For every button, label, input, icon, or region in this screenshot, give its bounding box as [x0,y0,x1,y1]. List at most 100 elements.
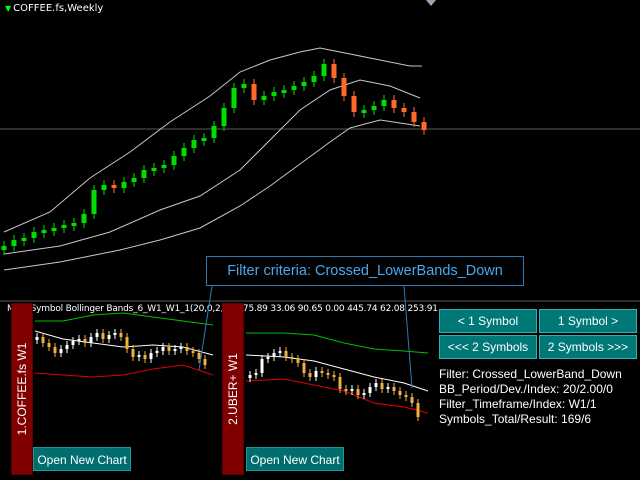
prev-1-symbol-button[interactable]: < 1 Symbol [439,309,537,333]
candle-body [391,100,397,108]
mini-candle-body [71,341,75,345]
mini-candle-body [254,373,258,375]
scroll-marker-icon[interactable] [426,0,436,6]
next-2-symbols-button[interactable]: 2 Symbols >>> [539,335,637,359]
candle-body [131,178,137,182]
candle-body [291,86,297,90]
next-1-symbol-button[interactable]: 1 Symbol > [539,309,637,333]
mini-candle-body [338,377,342,389]
candle-body [271,92,277,96]
mini-candle-body [125,337,129,349]
mini-candle-body [296,359,300,363]
candle-body [121,182,127,188]
info-filter: Filter: Crossed_LowerBand_Down [439,367,622,381]
mini-candle-body [41,337,45,343]
symbol-tab-label: 2.UBER+ W1 [226,353,240,425]
candle-body [361,110,367,113]
mini-candle-body [185,347,189,351]
candle-body [201,138,207,141]
candle-body [321,64,327,76]
candle-body [351,96,357,112]
mini-candle-body [191,351,195,353]
mini-chart-uber [245,332,429,421]
mini-candle-body [173,349,177,351]
candle-body [151,168,157,171]
symbol-tab-uber[interactable]: 2.UBER+ W1 [222,303,244,475]
candle-body [381,100,387,106]
mini-upper-band [246,332,429,354]
info-bb-period: BB_Period/Dev./Index: 20/2.00/0 [439,382,613,396]
candle-body [411,112,417,122]
bb-upper-line [3,47,422,233]
mini-candle-body [101,333,105,339]
mini-candle-body [272,353,276,357]
mini-candle-body [380,383,384,389]
candle-body [31,232,37,238]
mini-candle-body [362,393,366,395]
candle-body [71,223,77,226]
mini-candle-body [65,345,69,349]
mini-candle-body [89,337,93,343]
mini-candle-body [137,355,141,357]
mini-candle-body [398,391,402,395]
info-filter-timeframe: Filter_Timeframe/Index: W1/1 [439,397,597,411]
mini-candle-body [284,351,288,357]
candle-body [281,90,287,93]
candle-body [211,126,217,138]
mini-candle-body [248,375,252,378]
mini-candle-body [95,333,99,337]
mini-candle-body [386,387,390,389]
mini-candle-body [266,357,270,359]
mini-candle-body [107,335,111,339]
open-new-chart-button-coffee[interactable]: Open New Chart [33,447,131,471]
mini-candle-body [392,387,396,391]
mini-candle-body [356,389,360,395]
candle-body [51,228,57,231]
candle-body [181,148,187,156]
candle-body [311,76,317,82]
mini-lower-band [245,378,429,414]
candle-body [91,190,97,214]
chart-title: ▼ COFFEE.fs,Weekly [5,3,103,14]
filter-callout: Filter criteria: Crossed_LowerBands_Down [206,256,524,286]
mini-candle-body [59,349,63,353]
mini-candle-body [416,403,420,417]
candle-body [41,230,47,233]
candle-body [371,106,377,110]
candle-body [81,214,87,223]
mini-candle-body [53,347,57,353]
candle-body [231,88,237,108]
mini-candle-body [314,371,318,377]
candle-body [11,240,17,246]
main-price-chart[interactable]: ▼ COFFEE.fs,Weekly [0,0,640,300]
mini-candle-body [278,351,282,353]
dropdown-arrow-icon[interactable]: ▼ [5,4,11,13]
open-new-chart-button-uber[interactable]: Open New Chart [246,447,344,471]
mini-candle-body [203,359,207,365]
mini-candle-body [374,383,378,387]
mini-middle-band [245,354,429,392]
candle-body [331,64,337,78]
candle-body [251,84,257,100]
mini-candle-body [77,339,81,341]
bb-lower-line [3,119,421,271]
mini-chart-coffee [34,312,214,378]
mini-candle-body [35,337,39,340]
mini-lower-band [34,364,214,378]
candle-body [61,225,67,228]
candle-body [241,84,247,88]
mini-candle-body [143,355,147,359]
mini-candle-body [326,373,330,375]
symbol-tab-coffee[interactable]: 1.COFFEE.fs W1 [11,303,33,475]
mini-candle-body [302,363,306,373]
mini-candle-body [119,333,123,337]
mini-candle-body [350,389,354,391]
candle-body [261,96,267,100]
candle-body [141,170,147,178]
mini-candle-body [197,353,201,359]
mini-candle-body [368,387,372,393]
mini-candle-body [410,397,414,403]
mini-candle-body [290,357,294,359]
candle-body [161,165,167,168]
prev-2-symbols-button[interactable]: <<< 2 Symbols [439,335,537,359]
